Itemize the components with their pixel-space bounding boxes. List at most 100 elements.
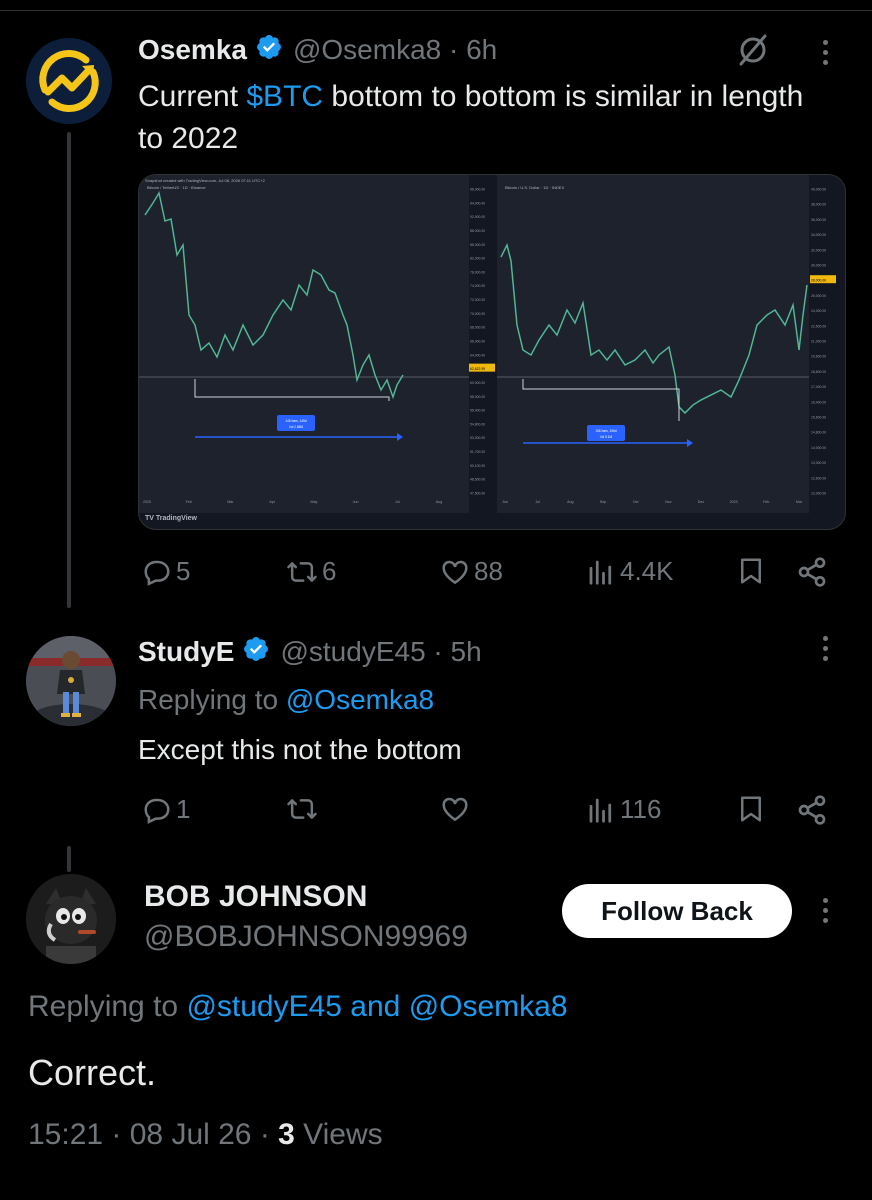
- left-date-tick: Aug: [436, 500, 442, 504]
- left-date-tick: Feb: [186, 500, 192, 504]
- left-axis-tick: 50,100.00: [470, 464, 485, 468]
- right-axis-tick: 17,400.00: [811, 385, 826, 389]
- left-axis-tick: 48,500.00: [470, 478, 485, 482]
- right-axis-tick: 19,600.00: [811, 355, 826, 359]
- tweet2-actions: 1 116: [0, 790, 872, 830]
- tweet2-header: StudyE @studyE45 · 5h: [138, 634, 482, 670]
- right-axis-tick: 14,000.00: [811, 446, 826, 450]
- right-date-tick: Dec: [698, 500, 705, 504]
- osemka-logo-icon: [26, 38, 112, 124]
- bookmark-button[interactable]: [736, 556, 766, 586]
- chart-svg: 145 bars, 145d Vol 2.85M 156 bars, 156d Vol…: [139, 175, 845, 513]
- follow-back-button[interactable]: Follow Back: [562, 884, 792, 938]
- views-button[interactable]: 4.4K: [586, 556, 674, 587]
- repost-count: 6: [322, 556, 337, 586]
- tweet-chart-image[interactable]: 145 bars, 145d Vol 2.85M 156 bars, 156d Vol…: [138, 174, 846, 530]
- like-button[interactable]: 88: [440, 556, 503, 587]
- timestamp[interactable]: 15:21 · 08 Jul 26 ·: [28, 1118, 278, 1151]
- right-axis-tick: 36,000.00: [811, 218, 826, 222]
- left-axis-tick: 78,000.00: [470, 270, 485, 274]
- studye-avatar[interactable]: [26, 636, 116, 726]
- right-axis-tick: 15,600.00: [811, 416, 826, 420]
- right-axis-tick: 21,000.00: [811, 340, 826, 344]
- right-axis-tick: 40,000.00: [811, 188, 826, 192]
- right-axis-tick: 18,600.00: [811, 370, 826, 374]
- left-axis-tick: 88,000.00: [470, 229, 485, 233]
- like-button[interactable]: [440, 794, 470, 824]
- left-date-tick: Apr: [269, 500, 275, 504]
- repost-button[interactable]: [286, 794, 318, 824]
- reply-count: 1: [176, 794, 191, 824]
- tweet-text-start: Current: [138, 80, 247, 113]
- left-axis-tick: 58,000.00: [470, 395, 485, 399]
- tweet1-header: Osemka @Osemka8 · 6h: [138, 32, 497, 68]
- tweet1-actions: 5 6 88 4.4K: [0, 552, 872, 592]
- grok-icon[interactable]: [736, 33, 770, 72]
- views-button[interactable]: 116: [586, 794, 661, 825]
- reply-icon: [144, 560, 170, 586]
- right-measure-line1: 156 bars, 156d: [595, 429, 616, 433]
- right-axis-tick: 32,000.00: [811, 248, 826, 252]
- left-date-tick: May: [310, 500, 317, 504]
- right-chart-header: Bitcoin / U.S. Dollar · 1D · INDEX: [505, 185, 565, 190]
- more-options-icon[interactable]: [823, 40, 831, 70]
- author-handle-time[interactable]: @studyE45 · 5h: [280, 636, 481, 668]
- left-axis-tick: 47,500.00: [470, 492, 485, 496]
- bookmark-icon: [741, 796, 761, 822]
- repost-button[interactable]: 6: [286, 556, 336, 587]
- left-axis-tick: 82,000.00: [470, 257, 485, 261]
- like-count: 88: [474, 556, 503, 586]
- more-options-icon[interactable]: [823, 636, 831, 666]
- tv-logo-icon: TV: [145, 515, 156, 522]
- bobjohnson-avatar[interactable]: [26, 874, 116, 964]
- reply-count: 5: [176, 556, 191, 586]
- author-name[interactable]: StudyE: [138, 636, 234, 668]
- author-handle[interactable]: @BOBJOHNSON99969: [144, 916, 468, 958]
- right-date-tick: Mar: [796, 500, 803, 504]
- studye-avatar-image: [26, 636, 116, 726]
- cashtag-link[interactable]: $BTC: [246, 80, 323, 113]
- author-handle-time[interactable]: @Osemka8 · 6h: [293, 34, 497, 66]
- left-measure-line2: Vol 2.85M: [289, 425, 304, 429]
- tweet2-text: Except this not the bottom: [138, 734, 462, 765]
- left-date-tick: Mar: [227, 500, 234, 504]
- repost-icon: [287, 561, 317, 582]
- more-options-icon[interactable]: [823, 898, 831, 928]
- right-axis-tick: 30,000.00: [811, 264, 826, 268]
- share-icon: [798, 795, 826, 825]
- author-name[interactable]: BOB JOHNSON: [144, 876, 367, 918]
- right-axis-tick: 13,300.00: [811, 461, 826, 465]
- reply-icon: [144, 798, 170, 824]
- reply-button[interactable]: 5: [142, 556, 190, 587]
- right-measure-line2: Vol 5.1M: [600, 435, 613, 439]
- views-count: 3: [278, 1118, 295, 1151]
- chart-caption: Snapshot created with TradingView.com, J…: [145, 178, 265, 183]
- left-chart-header: Bitcoin / TetherUS · 1D · Binance: [147, 185, 206, 190]
- bookmark-icon: [741, 558, 761, 584]
- heart-icon: [442, 797, 468, 822]
- right-axis-tick: 26,000.00: [811, 294, 826, 298]
- left-axis-tick: 62,622.99: [470, 367, 485, 371]
- left-axis-tick: 66,000.00: [470, 340, 485, 344]
- replying-to-link[interactable]: @studyE45 and @Osemka8: [186, 990, 567, 1023]
- share-button[interactable]: [796, 556, 828, 588]
- replying-label: Replying to: [28, 990, 187, 1023]
- left-axis-tick: 53,300.00: [470, 436, 485, 440]
- right-axis-tick: 12,000.00: [811, 492, 826, 496]
- bookmark-button[interactable]: [736, 794, 766, 824]
- replying-to-link[interactable]: @Osemka8: [286, 684, 434, 715]
- share-icon: [798, 557, 826, 587]
- left-axis-tick: 96,000.00: [470, 188, 485, 192]
- author-name[interactable]: Osemka: [138, 34, 247, 66]
- verified-badge-icon: [242, 635, 270, 670]
- right-date-tick: Oct: [633, 500, 639, 504]
- watermark-text: TradingView: [155, 515, 197, 522]
- left-axis-tick: 70,000.00: [470, 312, 485, 316]
- repost-icon: [287, 799, 317, 819]
- reply-button[interactable]: 1: [142, 794, 190, 825]
- thread-line: [67, 846, 71, 872]
- right-date-tick: Aug: [567, 500, 573, 504]
- share-button[interactable]: [796, 794, 828, 826]
- osemka-avatar[interactable]: [26, 38, 112, 124]
- views-count: 4.4K: [620, 556, 674, 586]
